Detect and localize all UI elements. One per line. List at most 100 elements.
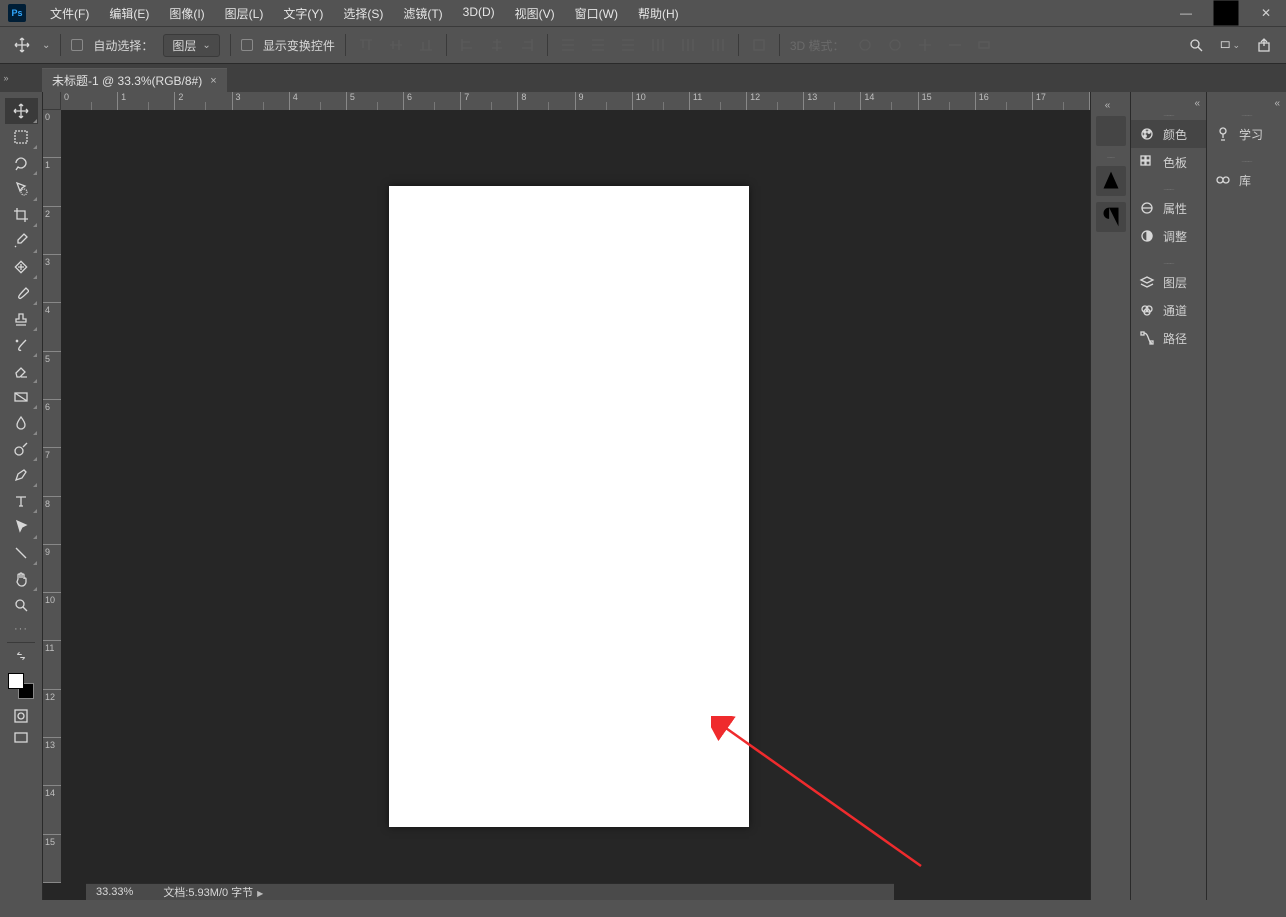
history-brush-tool[interactable] (5, 332, 38, 358)
share-icon[interactable] (1254, 35, 1274, 55)
ruler-tick: 8 (518, 92, 575, 110)
chevron-down-icon[interactable]: ⌄ (42, 40, 50, 51)
screenmode-toggle-icon[interactable] (5, 727, 38, 749)
menu-select[interactable]: 选择(S) (333, 1, 393, 26)
panel-grip[interactable]: ┈┈┈ (1131, 260, 1206, 268)
canvas-viewport[interactable] (61, 110, 1090, 883)
align-hcenter-icon[interactable] (487, 35, 507, 55)
autoselect-checkbox[interactable] (71, 39, 83, 51)
panel-paths[interactable]: 路径 (1131, 324, 1206, 352)
maximize-button[interactable] (1206, 0, 1246, 26)
eraser-tool[interactable] (5, 358, 38, 384)
stamp-tool[interactable] (5, 306, 38, 332)
hand-tool[interactable] (5, 566, 38, 592)
swap-colors-icon[interactable] (5, 645, 38, 667)
vertical-ruler[interactable]: 0 1 2 3 4 5 6 7 8 9 10 11 12 13 14 15 (43, 110, 61, 883)
3d-slide-icon[interactable] (945, 35, 965, 55)
align-to-icon[interactable] (749, 35, 769, 55)
align-bottom-icon[interactable] (416, 35, 436, 55)
blur-tool[interactable] (5, 410, 38, 436)
doc-info-menu-icon[interactable]: ▶ (257, 889, 263, 898)
menu-layer[interactable]: 图层(L) (215, 1, 274, 26)
doc-info[interactable]: 文档:5.93M/0 字节 (163, 887, 253, 899)
dodge-tool[interactable] (5, 436, 38, 462)
search-icon[interactable] (1186, 35, 1206, 55)
shape-tool[interactable] (5, 540, 38, 566)
distribute-vcenter-icon[interactable] (588, 35, 608, 55)
panel-grip[interactable]: ┈┈┈ (1207, 112, 1286, 120)
screenmode-icon[interactable]: ⌄ (1220, 35, 1240, 55)
quickmask-icon[interactable] (5, 705, 38, 727)
align-top-icon[interactable] (356, 35, 376, 55)
panel-grip[interactable]: ┈┈ (1107, 154, 1113, 162)
pen-tool[interactable] (5, 462, 38, 488)
gradient-tool[interactable] (5, 384, 38, 410)
panel-swatches[interactable]: 色板 (1131, 148, 1206, 176)
foreground-background-swatch[interactable] (8, 673, 34, 699)
autoselect-target-dropdown[interactable]: 图层 ⌄ (163, 34, 219, 57)
distribute-right-icon[interactable] (708, 35, 728, 55)
zoom-level[interactable]: 33.33% (96, 886, 133, 898)
showtransform-checkbox[interactable] (241, 39, 253, 51)
distribute-bottom-icon[interactable] (618, 35, 638, 55)
lasso-tool[interactable] (5, 150, 38, 176)
crop-tool[interactable] (5, 202, 38, 228)
3d-zoom-icon[interactable] (975, 35, 995, 55)
menu-image[interactable]: 图像(I) (159, 1, 214, 26)
panel-grip[interactable]: ┈┈┈ (1131, 186, 1206, 194)
menu-3d[interactable]: 3D(D) (453, 1, 505, 26)
3d-orbit-icon[interactable] (855, 35, 875, 55)
panel-channels[interactable]: 通道 (1131, 296, 1206, 324)
collapse-chevron-icon[interactable]: « (1105, 98, 1117, 112)
align-left-icon[interactable] (457, 35, 477, 55)
eyedropper-tool[interactable] (5, 228, 38, 254)
ruler-corner[interactable] (43, 92, 61, 110)
3d-pan-icon[interactable] (915, 35, 935, 55)
panel-learn[interactable]: 学习 (1207, 120, 1286, 148)
align-right-icon[interactable] (517, 35, 537, 55)
brush-tool[interactable] (5, 280, 38, 306)
tab-close-icon[interactable]: × (210, 75, 216, 87)
menu-view[interactable]: 视图(V) (505, 1, 565, 26)
heal-tool[interactable] (5, 254, 38, 280)
ruler-tick: 9 (576, 92, 633, 110)
close-button[interactable]: ✕ (1246, 0, 1286, 26)
panel-libraries[interactable]: 库 (1207, 166, 1286, 194)
menu-edit[interactable]: 编辑(E) (99, 1, 159, 26)
panel-label: 图层 (1163, 274, 1187, 291)
collapse-chevron-icon[interactable]: « (1131, 96, 1206, 110)
menu-type[interactable]: 文字(Y) (273, 1, 333, 26)
panel-layers[interactable]: 图层 (1131, 268, 1206, 296)
move-tool[interactable] (5, 98, 38, 124)
toolbox-expand-grip[interactable]: » (0, 64, 12, 92)
3d-roll-icon[interactable] (885, 35, 905, 55)
distribute-hcenter-icon[interactable] (678, 35, 698, 55)
character-panel-icon[interactable] (1096, 166, 1126, 196)
brush-settings-icon[interactable] (1096, 116, 1126, 146)
quick-select-tool[interactable] (5, 176, 38, 202)
menu-window[interactable]: 窗口(W) (565, 1, 628, 26)
edit-toolbar-icon[interactable]: ··· (5, 618, 38, 640)
distribute-left-icon[interactable] (648, 35, 668, 55)
collapse-chevron-icon[interactable]: « (1207, 96, 1286, 110)
align-vcenter-icon[interactable] (386, 35, 406, 55)
paragraph-panel-icon[interactable] (1096, 202, 1126, 232)
path-select-tool[interactable] (5, 514, 38, 540)
foreground-color[interactable] (8, 673, 24, 689)
panel-grip[interactable]: ┈┈┈ (1131, 112, 1206, 120)
minimize-button[interactable]: — (1166, 0, 1206, 26)
menu-file[interactable]: 文件(F) (40, 1, 99, 26)
menu-filter[interactable]: 滤镜(T) (393, 1, 452, 26)
horizontal-ruler[interactable]: 0 1 2 3 4 5 6 7 8 9 10 11 12 13 14 15 16… (61, 92, 1090, 110)
type-tool[interactable] (5, 488, 38, 514)
document-tab[interactable]: 未标题-1 @ 33.3%(RGB/8#) × (42, 68, 227, 92)
panel-properties[interactable]: 属性 (1131, 194, 1206, 222)
distribute-top-icon[interactable] (558, 35, 578, 55)
canvas-document[interactable] (389, 186, 749, 827)
menu-help[interactable]: 帮助(H) (628, 1, 689, 26)
panel-color[interactable]: 颜色 (1131, 120, 1206, 148)
panel-grip[interactable]: ┈┈┈ (1207, 158, 1286, 166)
zoom-tool[interactable] (5, 592, 38, 618)
marquee-tool[interactable] (5, 124, 38, 150)
panel-adjustments[interactable]: 调整 (1131, 222, 1206, 250)
